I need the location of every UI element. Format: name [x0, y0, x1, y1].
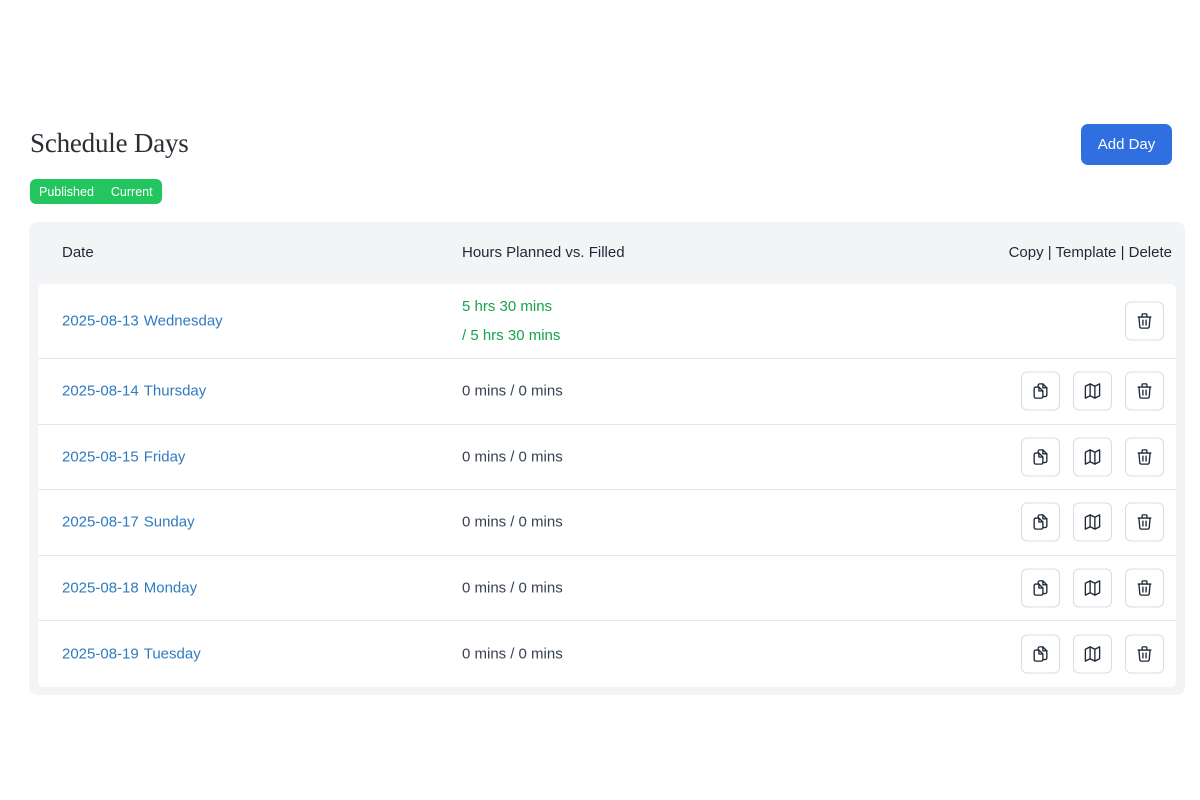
- hours-planned: 0 mins: [462, 579, 507, 597]
- table-header: Date Hours Planned vs. Filled Copy | Tem…: [29, 222, 1185, 284]
- day-date: 2025-08-19: [62, 645, 139, 663]
- day-link[interactable]: 2025-08-17 Sunday: [62, 514, 195, 531]
- row-actions: [1021, 634, 1164, 674]
- template-button[interactable]: [1073, 371, 1112, 411]
- copy-button[interactable]: [1021, 634, 1060, 674]
- trash-icon: [1137, 448, 1152, 465]
- template-button[interactable]: [1073, 568, 1112, 608]
- trash-icon: [1137, 645, 1152, 662]
- table-row: 2025-08-15 Friday 0 mins/ 0 mins: [38, 425, 1176, 490]
- hours-filled: / 0 mins: [510, 382, 563, 400]
- day-date: 2025-08-15: [62, 448, 139, 466]
- hours-cell: 0 mins/ 0 mins: [462, 383, 563, 400]
- map-icon: [1084, 579, 1101, 596]
- table-row: 2025-08-17 Sunday 0 mins/ 0 mins: [38, 490, 1176, 556]
- schedule-days-table: Date Hours Planned vs. Filled Copy | Tem…: [29, 222, 1185, 695]
- delete-button[interactable]: [1125, 301, 1164, 341]
- column-header-actions: Copy | Template | Delete: [1008, 244, 1172, 261]
- template-button[interactable]: [1073, 634, 1112, 674]
- hours-cell: 0 mins/ 0 mins: [462, 514, 563, 531]
- day-link[interactable]: 2025-08-15 Friday: [62, 448, 185, 465]
- column-header-hours: Hours Planned vs. Filled: [462, 244, 625, 261]
- table-row: 2025-08-18 Monday 0 mins/ 0 mins: [38, 556, 1176, 621]
- day-link[interactable]: 2025-08-18 Monday: [62, 579, 197, 596]
- day-link[interactable]: 2025-08-14 Thursday: [62, 383, 206, 400]
- badge-status-label: Published: [39, 184, 94, 199]
- day-weekday: Thursday: [143, 382, 207, 400]
- template-button[interactable]: [1073, 502, 1112, 542]
- copy-icon: [1033, 514, 1048, 531]
- trash-icon: [1137, 514, 1152, 531]
- row-actions: [1021, 371, 1164, 411]
- map-icon: [1084, 514, 1101, 531]
- day-date: 2025-08-14: [62, 382, 139, 400]
- copy-icon: [1033, 579, 1048, 596]
- status-badge: Published Current: [30, 179, 162, 204]
- copy-button[interactable]: [1021, 371, 1060, 411]
- row-actions: [1021, 437, 1164, 477]
- hours-planned: 0 mins: [462, 382, 507, 400]
- trash-icon: [1137, 313, 1152, 329]
- map-icon: [1084, 383, 1101, 400]
- day-link[interactable]: 2025-08-19 Tuesday: [62, 645, 201, 662]
- day-date: 2025-08-18: [62, 579, 139, 597]
- copy-button[interactable]: [1021, 502, 1060, 542]
- trash-icon: [1137, 579, 1152, 596]
- add-day-button[interactable]: Add Day: [1081, 124, 1172, 165]
- day-link[interactable]: 2025-08-13 Wednesday: [62, 313, 223, 330]
- delete-button[interactable]: [1125, 568, 1164, 608]
- hours-filled: / 0 mins: [510, 513, 563, 531]
- hours-planned: 0 mins: [462, 448, 507, 466]
- page: Schedule Days Add Day Published Current …: [0, 0, 1200, 800]
- hours-filled: / 5 hrs 30 mins: [462, 327, 561, 344]
- copy-icon: [1033, 448, 1048, 465]
- map-icon: [1084, 645, 1101, 662]
- hours-filled: / 0 mins: [510, 448, 563, 466]
- copy-icon: [1033, 383, 1048, 400]
- day-weekday: Wednesday: [143, 312, 223, 330]
- hours-cell: 0 mins/ 0 mins: [462, 645, 563, 662]
- copy-icon: [1033, 645, 1048, 662]
- row-actions: [1125, 301, 1164, 341]
- delete-button[interactable]: [1125, 371, 1164, 411]
- column-header-date: Date: [62, 244, 94, 261]
- delete-button[interactable]: [1125, 634, 1164, 674]
- hours-planned: 0 mins: [462, 513, 507, 531]
- day-weekday: Monday: [143, 579, 198, 597]
- hours-filled: / 0 mins: [510, 579, 563, 597]
- day-weekday: Friday: [143, 448, 186, 466]
- hours-planned: 5 hrs 30 mins: [462, 298, 553, 315]
- badge-state-label: Current: [110, 184, 153, 199]
- table-row: 2025-08-19 Tuesday 0 mins/ 0 mins: [38, 621, 1176, 687]
- page-title: Schedule Days: [30, 128, 189, 158]
- table-row: 2025-08-14 Thursday 0 mins/ 0 mins: [38, 359, 1176, 425]
- day-weekday: Sunday: [143, 513, 195, 531]
- hours-planned: 0 mins: [462, 645, 507, 663]
- map-icon: [1084, 448, 1101, 465]
- hours-cell: 0 mins/ 0 mins: [462, 579, 563, 596]
- hours-cell: 0 mins/ 0 mins: [462, 448, 563, 465]
- delete-button[interactable]: [1125, 502, 1164, 542]
- row-actions: [1021, 502, 1164, 542]
- trash-icon: [1137, 383, 1152, 400]
- delete-button[interactable]: [1125, 437, 1164, 477]
- hours-cell: 5 hrs 30 mins / 5 hrs 30 mins: [462, 292, 560, 350]
- day-date: 2025-08-13: [62, 312, 139, 330]
- day-date: 2025-08-17: [62, 513, 139, 531]
- table-body: 2025-08-13 Wednesday 5 hrs 30 mins / 5 hr…: [38, 284, 1176, 687]
- table-row: 2025-08-13 Wednesday 5 hrs 30 mins / 5 hr…: [38, 284, 1176, 359]
- row-actions: [1021, 568, 1164, 608]
- hours-filled: / 0 mins: [510, 645, 563, 663]
- copy-button[interactable]: [1021, 437, 1060, 477]
- day-weekday: Tuesday: [143, 645, 201, 663]
- copy-button[interactable]: [1021, 568, 1060, 608]
- template-button[interactable]: [1073, 437, 1112, 477]
